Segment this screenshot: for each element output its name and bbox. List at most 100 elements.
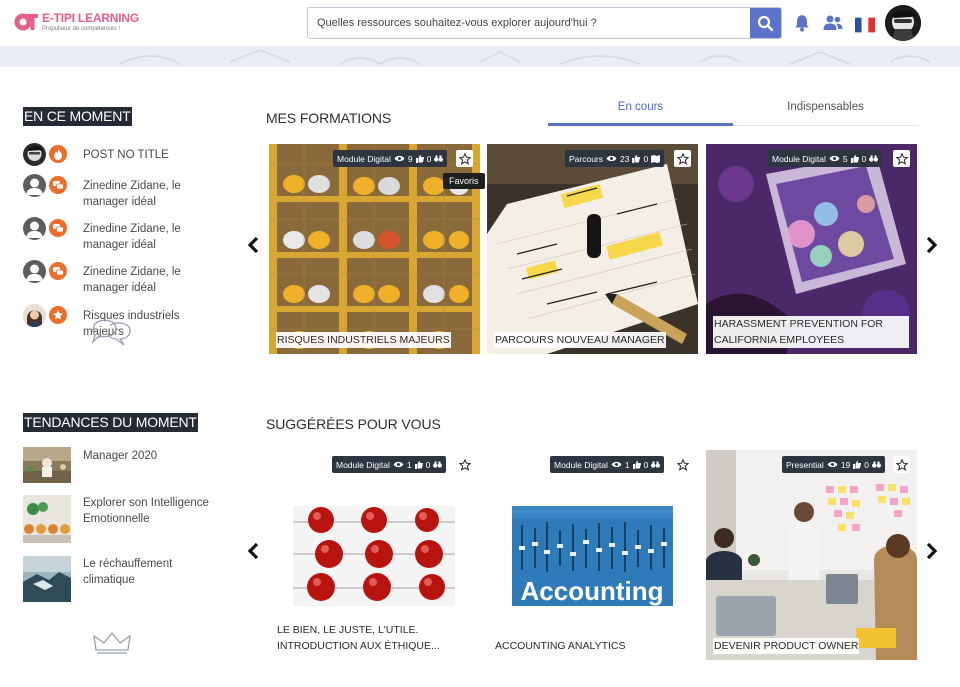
favorite-button[interactable] — [893, 150, 910, 167]
trainings-tabs: En cours Indispensables — [548, 96, 918, 126]
star-outline-icon — [895, 458, 908, 471]
avatar — [23, 260, 46, 283]
favorite-button[interactable] — [893, 456, 910, 473]
card-views: 9 — [407, 153, 413, 164]
carousel-prev-icon[interactable] — [246, 236, 260, 254]
card-type: Module Digital — [554, 459, 608, 470]
feed-item-text: Zinedine Zidane, le manager idéal — [83, 223, 181, 251]
favorites-tooltip: Favoris — [443, 173, 485, 189]
eye-icon — [606, 155, 617, 162]
card-meta: Module Digital 5 0 — [768, 150, 883, 167]
search-icon — [757, 15, 774, 31]
training-card[interactable]: Module Digital 5 0 HARASSMENT PREVENTION… — [706, 144, 917, 354]
bell-icon[interactable] — [792, 13, 812, 33]
eye-icon — [829, 155, 840, 162]
france-flag-icon[interactable] — [855, 15, 875, 35]
card-likes: 0 — [861, 153, 867, 164]
star-icon — [49, 306, 67, 324]
trends-section-title: TENDANCES DU MOMENT — [23, 413, 198, 432]
carousel-next-icon[interactable] — [925, 236, 939, 254]
card-type: Module Digital — [772, 153, 826, 164]
binoculars-icon — [872, 461, 882, 468]
eye-icon — [611, 461, 622, 468]
trend-item-text: Le réchauffement climatique — [83, 558, 173, 586]
feed-item[interactable]: Zinedine Zidane, le manager idéal — [23, 260, 223, 300]
chat-doodle-icon — [91, 319, 131, 346]
card-title: RISQUES INDUSTRIELS MAJEURS — [276, 332, 451, 348]
search-input[interactable] — [308, 8, 750, 38]
suggested-card[interactable]: Presential 19 0 DEVENIR PRODUCT OWNER — [706, 450, 917, 660]
eye-icon — [394, 155, 405, 162]
crown-doodle-icon — [93, 631, 131, 654]
card-views: 1 — [406, 459, 412, 470]
favorite-button[interactable] — [674, 456, 691, 473]
search-button[interactable] — [750, 8, 781, 38]
trend-item-text: Explorer son Intelligence Emotionnelle — [83, 497, 209, 525]
suggested-card[interactable]: Module Digital 1 0 LE BIEN, LE JUSTE, L'… — [269, 450, 480, 660]
thumbs-up-icon — [414, 460, 423, 469]
card-title: ACCOUNTING ANALYTICS — [495, 640, 626, 652]
card-title: HARASSMENT PREVENTION FOR CALIFORNIA EMP… — [713, 316, 909, 348]
card-views: 5 — [842, 153, 848, 164]
trend-item[interactable]: Explorer son Intelligence Emotionnelle — [23, 495, 223, 543]
binoculars-icon — [434, 155, 444, 162]
avatar — [23, 174, 46, 197]
card-likes: 0 — [864, 459, 870, 470]
favorite-button[interactable] — [456, 150, 473, 167]
trend-item[interactable]: Le réchauffement climatique — [23, 556, 223, 602]
card-likes: 0 — [426, 153, 432, 164]
star-outline-icon — [458, 152, 471, 165]
trend-item[interactable]: Manager 2020 — [23, 447, 223, 493]
card-type: Presential — [786, 459, 824, 470]
feed-item[interactable]: Zinedine Zidane, le manager idéal — [23, 217, 223, 257]
card-image — [706, 450, 917, 660]
card-title: LE BIEN, LE JUSTE, L'UTILE. INTRODUCTION… — [277, 624, 440, 652]
favorite-button[interactable] — [674, 150, 691, 167]
feed-item[interactable]: Zinedine Zidane, le manager idéal — [23, 174, 223, 214]
binoculars-icon — [651, 461, 661, 468]
decorative-banner — [0, 46, 960, 67]
thumbs-up-icon — [632, 460, 641, 469]
logo-tagline: Propulseur de compétences ! — [42, 26, 121, 32]
feed-item-text: Zinedine Zidane, le manager idéal — [83, 266, 181, 294]
star-outline-icon — [676, 458, 689, 471]
trend-thumbnail — [23, 447, 71, 483]
card-meta: Module Digital 1 0 — [550, 456, 665, 473]
top-header: E-TIPI LEARNING Propulseur de compétence… — [0, 0, 960, 46]
card-likes: 0 — [425, 459, 431, 470]
card-type: Module Digital — [337, 153, 391, 164]
accounting-cover-text: Accounting — [521, 576, 664, 606]
flame-icon — [49, 145, 67, 163]
tab-indispensables[interactable]: Indispensables — [733, 96, 918, 126]
card-meta: Module Digital 9 0 — [333, 150, 448, 167]
my-trainings-title: MES FORMATIONS — [266, 110, 392, 126]
training-card[interactable]: Parcours 23 0 PARCOURS NOUVEAU MANAGER — [487, 144, 698, 354]
card-views: 19 — [840, 459, 851, 470]
favorite-button[interactable] — [456, 456, 473, 473]
binoculars-icon — [433, 461, 443, 468]
logo-icon — [14, 13, 38, 31]
thumbs-up-icon — [415, 154, 424, 163]
now-section-title: EN CE MOMENT — [23, 107, 132, 126]
trend-item-text: Manager 2020 — [83, 450, 158, 462]
chat-icon — [49, 262, 67, 280]
thumbs-up-icon — [853, 460, 862, 469]
card-likes: 0 — [643, 459, 649, 470]
feed-item-text: Zinedine Zidane, le manager idéal — [83, 180, 181, 208]
banner-doodles — [119, 49, 931, 65]
chat-icon — [49, 219, 67, 237]
logo[interactable]: E-TIPI LEARNING Propulseur de compétence… — [14, 9, 139, 37]
card-type: Parcours — [569, 153, 604, 164]
avatar — [23, 143, 46, 166]
users-icon[interactable] — [823, 13, 843, 33]
carousel-next-icon[interactable] — [925, 542, 939, 560]
eye-icon — [393, 461, 404, 468]
tab-en-cours[interactable]: En cours — [548, 96, 733, 126]
page: E-TIPI LEARNING Propulseur de compétence… — [0, 0, 960, 687]
suggested-card[interactable]: Accounting Module Digital 1 0 ACCOUNTING… — [487, 450, 698, 660]
user-avatar[interactable] — [885, 5, 921, 41]
chat-icon — [49, 176, 67, 194]
carousel-prev-icon[interactable] — [246, 542, 260, 560]
avatar — [23, 304, 46, 327]
card-image: Accounting — [487, 450, 698, 660]
